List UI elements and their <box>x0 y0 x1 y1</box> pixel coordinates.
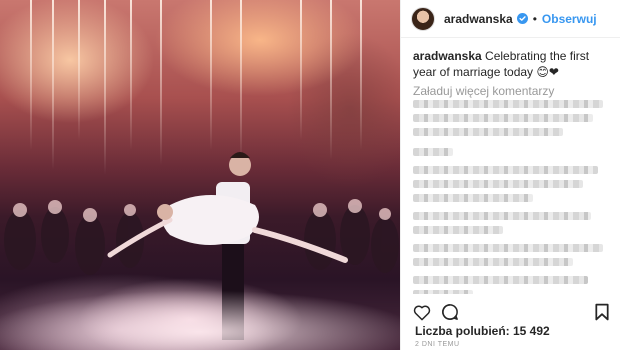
heart-icon[interactable] <box>413 304 431 321</box>
blurred-comment-line <box>413 180 583 188</box>
header-username[interactable]: aradwanska <box>444 12 513 26</box>
follow-button[interactable]: Obserwuj <box>542 12 597 26</box>
blurred-comment-line <box>413 194 533 202</box>
blurred-comment-line <box>413 244 603 252</box>
blurred-comment-line <box>413 114 593 122</box>
caption-username[interactable]: aradwanska <box>413 49 482 63</box>
blurred-comment-line <box>413 226 503 234</box>
post-header: aradwanska • Obserwuj <box>401 0 620 38</box>
blurred-comment-line <box>413 258 573 266</box>
bookmark-icon[interactable] <box>595 303 609 321</box>
post-caption: aradwanska Celebrating the first year of… <box>401 38 620 80</box>
fog-effect <box>0 290 400 350</box>
comment-icon[interactable] <box>441 303 459 321</box>
post-timestamp: 2 DNI TEMU <box>415 341 460 348</box>
separator-dot: • <box>532 11 537 26</box>
blurred-comment-line <box>413 148 453 156</box>
post-side-panel: aradwanska • Obserwuj aradwanska Celebra… <box>400 0 620 350</box>
blurred-comment-line <box>413 166 598 174</box>
blurred-comment-line <box>413 290 473 294</box>
avatar[interactable] <box>411 6 435 31</box>
blurred-comment-line <box>413 276 588 284</box>
likes-count[interactable]: Liczba polubień: 15 492 <box>415 324 550 338</box>
post-photo[interactable] <box>0 0 400 350</box>
blurred-comment-line <box>413 212 591 220</box>
verified-badge-icon <box>516 13 528 24</box>
blurred-comment-line <box>413 100 603 108</box>
post-actions-bar <box>401 300 620 324</box>
blurred-comment-line <box>413 128 563 136</box>
blurred-comments <box>401 96 620 294</box>
